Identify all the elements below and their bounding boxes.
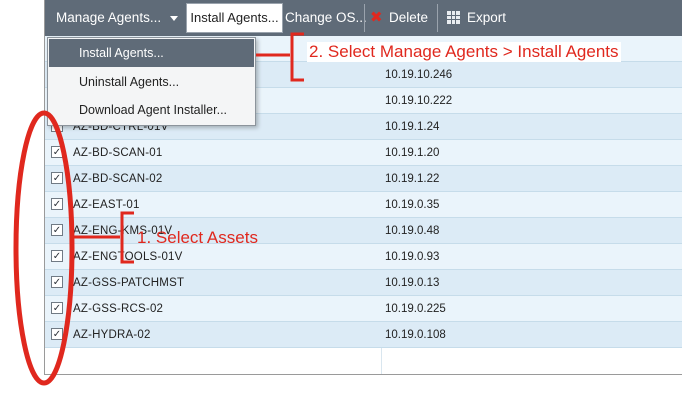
toolbar: Manage Agents... Install Agents... Chang… xyxy=(45,0,682,36)
row-checkbox[interactable]: ✓ xyxy=(51,250,63,262)
table-row[interactable]: ✓ AZ-GSS-RCS-02 10.19.0.225 xyxy=(45,296,682,322)
table-row[interactable]: ✓ AZ-BD-SCAN-01 10.19.1.20 xyxy=(45,140,682,166)
menu-item-install-agents[interactable]: Install Agents... xyxy=(49,39,254,67)
asset-ip: 10.19.1.24 xyxy=(385,121,440,133)
asset-ip: 10.19.0.48 xyxy=(385,225,440,237)
table-row[interactable]: ✓ AZ-HYDRA-02 10.19.0.108 xyxy=(45,322,682,348)
asset-ip: 10.19.0.225 xyxy=(385,303,446,315)
asset-ip: 10.19.10.222 xyxy=(385,95,453,107)
step-2-annotation: 2. Select Manage Agents > Install Agents xyxy=(307,42,621,62)
menu-item-uninstall-agents[interactable]: Uninstall Agents... xyxy=(49,68,254,96)
asset-name: AZ-HYDRA-02 xyxy=(73,329,151,341)
toolbar-divider xyxy=(437,4,438,32)
manage-agents-button[interactable]: Manage Agents... xyxy=(56,0,161,36)
asset-ip: 10.19.0.108 xyxy=(385,329,446,341)
toolbar-divider xyxy=(364,4,365,32)
step-1-annotation: 1. Select Assets xyxy=(137,228,258,247)
chevron-down-icon[interactable] xyxy=(170,16,178,21)
asset-name: AZ-BD-SCAN-02 xyxy=(73,173,163,185)
delete-button[interactable]: Delete xyxy=(389,0,428,36)
asset-ip: 10.19.0.93 xyxy=(385,251,440,263)
row-checkbox[interactable]: ✓ xyxy=(51,302,63,314)
asset-ip: 10.19.1.20 xyxy=(385,147,440,159)
delete-icon[interactable]: ✖ xyxy=(370,10,383,25)
table-row[interactable]: ✓ AZ-EAST-01 10.19.0.35 xyxy=(45,192,682,218)
asset-ip: 10.19.0.35 xyxy=(385,199,440,211)
export-button[interactable]: Export xyxy=(467,0,506,36)
export-grid-icon[interactable] xyxy=(447,11,460,24)
row-checkbox[interactable]: ✓ xyxy=(51,276,63,288)
asset-name: AZ-GSS-RCS-02 xyxy=(73,303,164,315)
asset-name: AZ-EAST-01 xyxy=(73,199,140,211)
install-agents-button[interactable]: Install Agents... xyxy=(186,3,283,33)
table-row[interactable]: ✓ AZ-GSS-PATCHMST 10.19.0.13 xyxy=(45,270,682,296)
asset-ip: 10.19.10.246 xyxy=(385,69,453,81)
row-checkbox[interactable]: ✓ xyxy=(51,198,63,210)
row-checkbox[interactable]: ✓ xyxy=(51,328,63,340)
row-checkbox[interactable]: ✓ xyxy=(51,146,63,158)
change-os-button[interactable]: Change OS... xyxy=(285,0,367,36)
row-checkbox[interactable]: ✓ xyxy=(51,224,63,236)
asset-name: AZ-BD-SCAN-01 xyxy=(73,147,163,159)
asset-ip: 10.19.0.13 xyxy=(385,277,440,289)
asset-name: AZ-GSS-PATCHMST xyxy=(73,277,185,289)
asset-ip: 10.19.1.22 xyxy=(385,173,440,185)
menu-item-download-agent-installer[interactable]: Download Agent Installer... xyxy=(49,96,254,124)
row-checkbox[interactable]: ✓ xyxy=(51,172,63,184)
table-row[interactable]: ✓ AZ-BD-SCAN-02 10.19.1.22 xyxy=(45,166,682,192)
manage-agents-menu: Install Agents... Uninstall Agents... Do… xyxy=(47,37,256,126)
